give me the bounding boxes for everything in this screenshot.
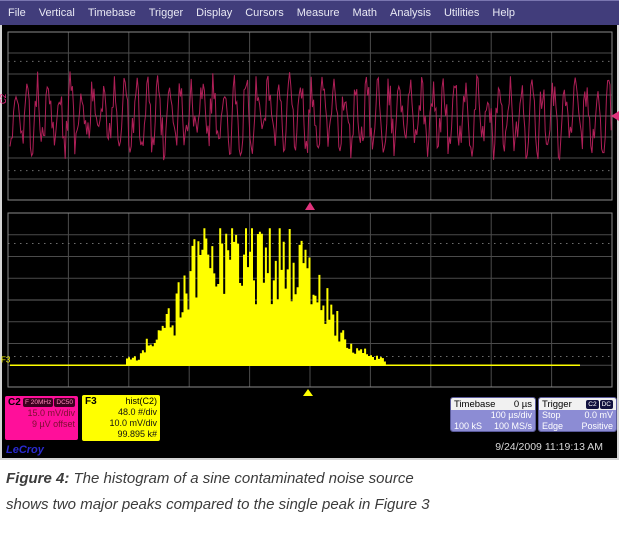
menu-vertical[interactable]: Vertical xyxy=(39,7,75,19)
trigger-title: Trigger xyxy=(542,399,572,410)
c2-offset: 9 µV offset xyxy=(8,419,75,430)
menu-utilities[interactable]: Utilities xyxy=(444,7,479,19)
menu-timebase[interactable]: Timebase xyxy=(88,7,136,19)
menu-help[interactable]: Help xyxy=(492,7,515,19)
trigger-type: Edge xyxy=(542,421,563,432)
trigger-slope: Positive xyxy=(581,421,613,432)
c2-filter-badge: F 20MHz xyxy=(23,398,53,407)
c2-label: C2 xyxy=(8,397,21,408)
trigger-coupling-badge: DC xyxy=(600,400,613,409)
menu-math[interactable]: Math xyxy=(353,7,377,19)
menu-measure[interactable]: Measure xyxy=(297,7,340,19)
trace-label-f3: F3 xyxy=(1,355,11,364)
lecroy-logo: LeCroy xyxy=(6,444,44,456)
histogram-trace xyxy=(127,228,385,365)
menu-display[interactable]: Display xyxy=(196,7,232,19)
menu-trigger[interactable]: Trigger xyxy=(149,7,183,19)
timebase-position: 0 µs xyxy=(514,399,532,410)
menu-bar: File Vertical Timebase Trigger Display C… xyxy=(0,0,619,25)
menu-cursors[interactable]: Cursors xyxy=(245,7,284,19)
timebase-panel[interactable]: Timebase 0 µs 100 µs/div 100 kS 100 MS/s xyxy=(450,397,536,432)
channel-label-c2: C2 xyxy=(0,93,8,104)
c2-coupling-badge: DC50 xyxy=(54,398,75,407)
menu-file[interactable]: File xyxy=(8,7,26,19)
menu-analysis[interactable]: Analysis xyxy=(390,7,431,19)
f3-population: 99.895 k# xyxy=(85,429,157,440)
f3-label: F3 xyxy=(85,396,97,407)
timebase-samples: 100 kS xyxy=(454,421,482,432)
datetime-readout: 9/24/2009 11:19:13 AM xyxy=(495,441,603,453)
f3-counts-per-div: 48.0 #/div xyxy=(85,407,157,418)
trace-descriptor-f3[interactable]: F3 hist(C2) 48.0 #/div 10.0 mV/div 99.89… xyxy=(81,394,161,442)
figure-caption-text: The histogram of a sine contaminated noi… xyxy=(6,470,430,513)
trigger-level: 0.0 mV xyxy=(584,410,613,421)
trigger-panel[interactable]: Trigger C2 DC Stop 0.0 mV Edge Positive xyxy=(538,397,617,432)
timebase-rate: 100 MS/s xyxy=(494,421,532,432)
scope-screen: File Vertical Timebase Trigger Display C… xyxy=(0,0,619,460)
timebase-scale: 100 µs/div xyxy=(491,410,532,421)
f3-function: hist(C2) xyxy=(125,396,157,407)
channel-descriptor-c2[interactable]: C2 F 20MHz DC50 15.0 mV/div 9 µV offset xyxy=(4,395,79,441)
timebase-title: Timebase xyxy=(454,399,495,410)
f3-mv-per-div: 10.0 mV/div xyxy=(85,418,157,429)
oscilloscope-screenshot: File Vertical Timebase Trigger Display C… xyxy=(0,0,619,544)
figure-caption-label: Figure 4: xyxy=(6,470,69,487)
histogram-trigger-marker xyxy=(303,389,313,396)
trigger-mode: Stop xyxy=(542,410,561,421)
figure-caption: Figure 4: The histogram of a sine contam… xyxy=(6,466,454,518)
trigger-time-marker xyxy=(305,202,315,210)
waveform-display: C2 F3 xyxy=(0,25,619,397)
c2-volts-per-div: 15.0 mV/div xyxy=(8,408,75,419)
trigger-source-badge: C2 xyxy=(586,400,598,409)
